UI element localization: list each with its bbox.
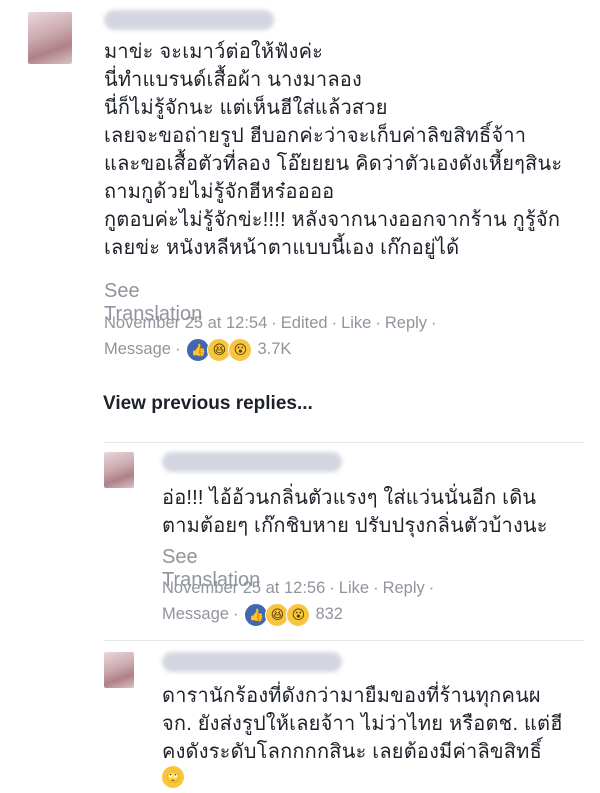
eye-roll-emoji-icon: 🙄 [162, 766, 184, 788]
reply-link[interactable]: Reply [383, 579, 425, 597]
reply-body: อ่อ!!! ไอ้อ้วนกลิ่นตัวแรงๆ ใส่แว่นนั่นอี… [162, 487, 548, 537]
view-previous-replies-link[interactable]: View previous replies... [103, 393, 313, 415]
reaction-count[interactable]: 832 [315, 605, 343, 623]
reactions[interactable]: 👍 😆 😮 [244, 602, 311, 627]
reply-body: ดารานักร้องที่ดังกว่ามายืมของที่ร้านทุกค… [162, 685, 563, 763]
wow-icon: 😮 [286, 602, 311, 627]
avatar[interactable] [104, 652, 134, 688]
commenter-name-blurred[interactable] [162, 652, 342, 672]
comment-meta: November 25 at 12:54 · Edited · Like · Reply · … [104, 310, 441, 362]
commenter-name-blurred[interactable] [162, 452, 342, 472]
avatar[interactable] [104, 452, 134, 488]
reply-meta: November 25 at 12:56 · Like · Reply · Message… [162, 575, 438, 627]
message-link[interactable]: Message [104, 340, 171, 358]
message-link[interactable]: Message [162, 605, 229, 623]
timestamp[interactable]: November 25 at 12:56 [162, 579, 325, 597]
wow-icon: 😮 [228, 337, 253, 362]
avatar[interactable] [28, 12, 72, 64]
reactions[interactable]: 👍 😆 😮 [186, 337, 253, 362]
like-link[interactable]: Like [339, 579, 369, 597]
divider [104, 640, 584, 641]
timestamp[interactable]: November 25 at 12:54 [104, 314, 267, 332]
divider [104, 442, 584, 443]
like-link[interactable]: Like [341, 314, 371, 332]
edited-label[interactable]: Edited [281, 314, 328, 332]
commenter-name-blurred[interactable] [104, 10, 274, 30]
comment-body: มาข่ะ จะเมาว์ต่อให้ฟังค่ะ นี่ทำแบรนด์เสื… [104, 41, 563, 259]
reaction-count[interactable]: 3.7K [257, 340, 291, 358]
reply-link[interactable]: Reply [385, 314, 427, 332]
